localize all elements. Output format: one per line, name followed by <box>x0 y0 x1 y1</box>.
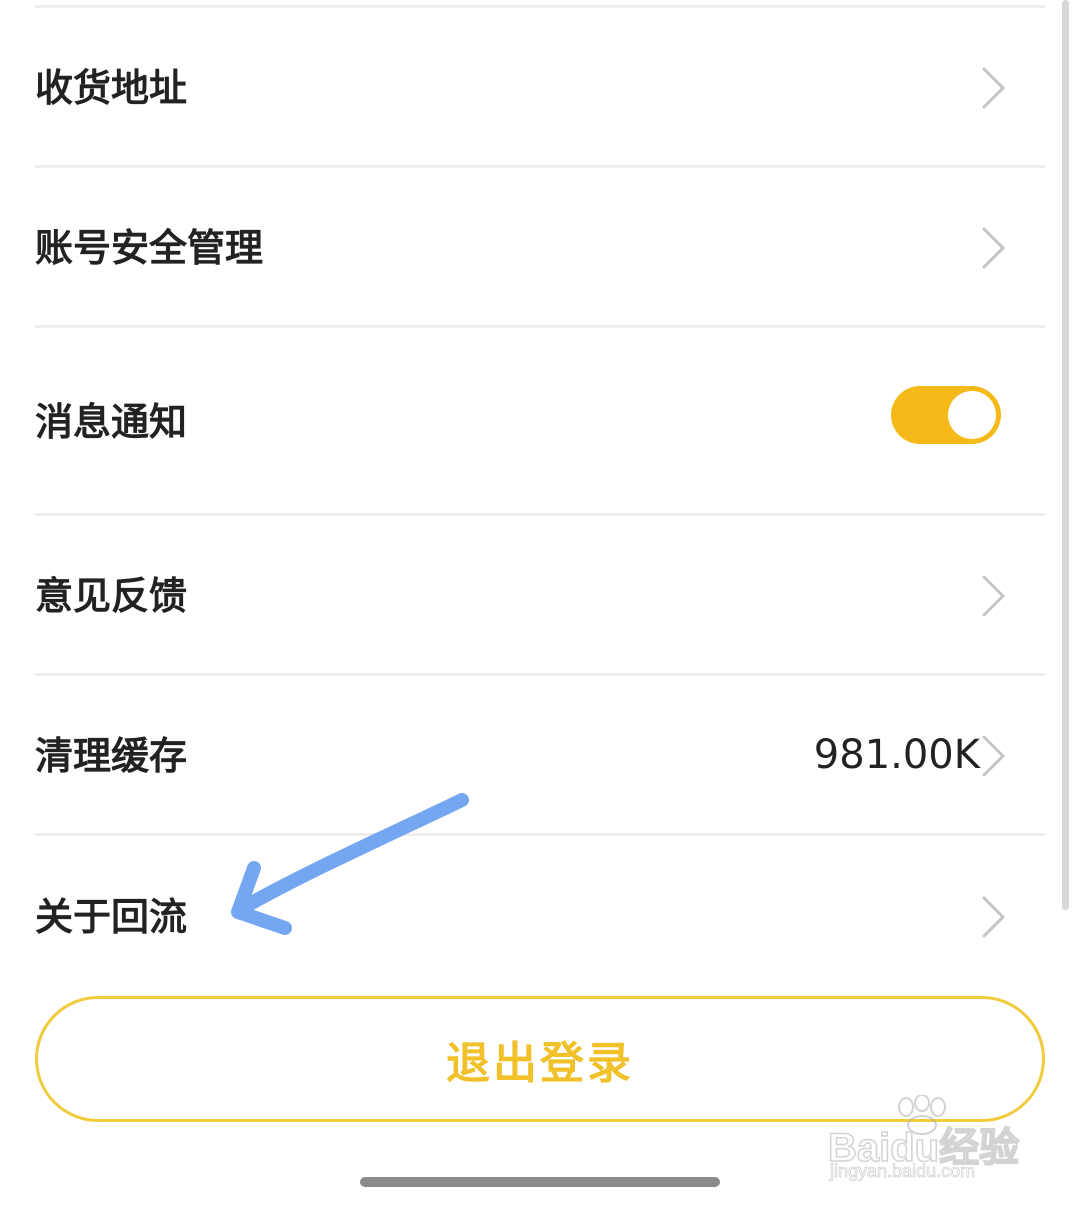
settings-item-shipping-address[interactable]: 收货地址 <box>35 8 1045 168</box>
cache-size-value: 981.00K <box>813 732 980 778</box>
chevron-right-icon <box>982 735 1005 777</box>
home-indicator[interactable] <box>360 1177 720 1187</box>
settings-item-feedback[interactable]: 意见反馈 <box>35 516 1045 676</box>
settings-item-label: 意见反馈 <box>35 574 188 618</box>
settings-item-notifications: 消息通知 <box>35 328 1045 516</box>
chevron-right-icon <box>982 67 1005 109</box>
baidu-watermark: Baidu经验 jingyan.baidu.com <box>827 1095 1028 1190</box>
watermark-url: jingyan.baidu.com <box>830 1161 976 1182</box>
settings-item-label: 消息通知 <box>35 400 188 444</box>
settings-item-label: 账号安全管理 <box>35 226 264 270</box>
chevron-right-icon <box>982 575 1005 617</box>
settings-item-label: 关于回流 <box>35 895 188 939</box>
notifications-toggle[interactable] <box>891 386 1001 444</box>
settings-screen: 收货地址 账号安全管理 消息通知 意见反馈 清理缓存 981.00K 关于回流 <box>0 0 1080 1207</box>
settings-item-account-security[interactable]: 账号安全管理 <box>35 168 1045 328</box>
settings-item-label: 收货地址 <box>35 66 188 110</box>
chevron-right-icon <box>982 896 1005 938</box>
scrollbar[interactable] <box>1062 0 1069 910</box>
settings-item-about[interactable]: 关于回流 <box>35 836 1045 996</box>
chevron-right-icon <box>982 227 1005 269</box>
settings-item-clear-cache[interactable]: 清理缓存 981.00K <box>35 676 1045 836</box>
toggle-knob <box>948 391 996 439</box>
settings-item-label: 清理缓存 <box>35 734 188 778</box>
logout-label: 退出登录 <box>446 1038 634 1089</box>
